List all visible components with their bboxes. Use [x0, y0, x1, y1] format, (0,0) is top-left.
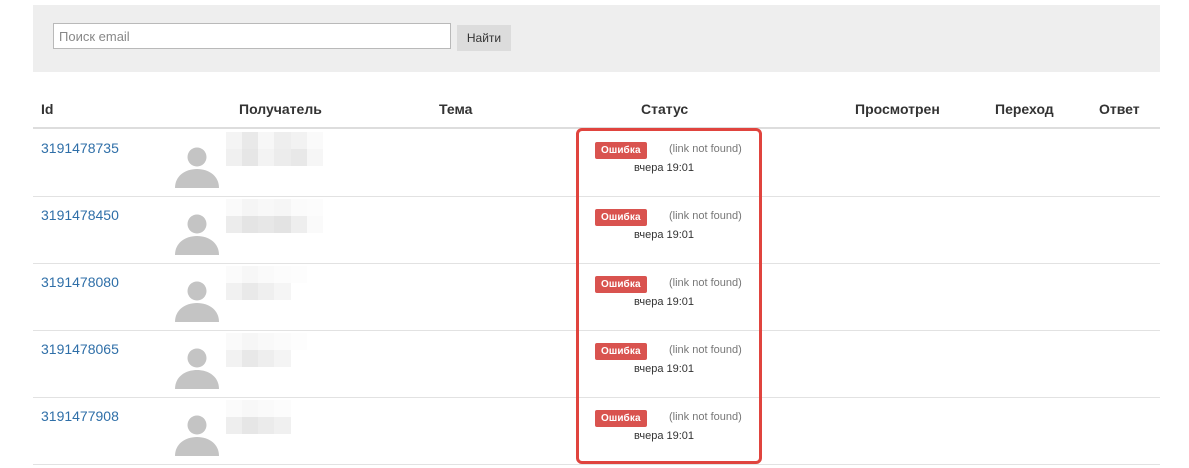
status-cell: Ошибка (link not found) вчера 19:01 — [595, 341, 742, 381]
column-header-recipient[interactable]: Получатель — [239, 100, 322, 118]
user-silhouette-icon — [175, 281, 219, 322]
user-silhouette-icon — [175, 348, 219, 389]
error-note: (link not found) — [669, 210, 742, 222]
table-row: 3191478065 Ошибка (link not found) вчера… — [33, 331, 1160, 398]
status-cell: Ошибка (link not found) вчера 19:01 — [595, 408, 742, 448]
message-id-link[interactable]: 3191478450 — [41, 207, 119, 223]
recipient-redacted — [226, 199, 323, 233]
user-silhouette-icon — [175, 147, 219, 188]
error-note: (link not found) — [669, 277, 742, 289]
header-divider — [33, 127, 1160, 129]
table-row: 3191477908 Ошибка (link not found) вчера… — [33, 398, 1160, 465]
status-time: вчера 19:01 — [634, 363, 695, 375]
message-id-link[interactable]: 3191478080 — [41, 274, 119, 290]
column-header-id[interactable]: Id — [41, 100, 53, 118]
status-time: вчера 19:01 — [634, 430, 695, 442]
recipient-redacted — [226, 333, 323, 367]
column-header-reply[interactable]: Ответ — [1099, 100, 1140, 118]
search-panel: Найти — [33, 5, 1160, 72]
column-header-status[interactable]: Статус — [641, 100, 688, 118]
error-badge: Ошибка — [595, 343, 647, 360]
error-badge: Ошибка — [595, 142, 647, 159]
column-header-click[interactable]: Переход — [995, 100, 1054, 118]
error-badge: Ошибка — [595, 410, 647, 427]
status-time: вчера 19:01 — [634, 229, 695, 241]
search-button[interactable]: Найти — [457, 25, 511, 51]
message-id-link[interactable]: 3191478065 — [41, 341, 119, 357]
table-row: 3191478735 Ошибка (link not found) вчера… — [33, 130, 1160, 197]
column-header-viewed[interactable]: Просмотрен — [855, 100, 940, 118]
error-badge: Ошибка — [595, 209, 647, 226]
error-badge: Ошибка — [595, 276, 647, 293]
search-input[interactable] — [53, 23, 451, 49]
user-silhouette-icon — [175, 415, 219, 456]
status-cell: Ошибка (link not found) вчера 19:01 — [595, 140, 742, 180]
recipient-redacted — [226, 400, 323, 434]
table-row: 3191478080 Ошибка (link not found) вчера… — [33, 264, 1160, 331]
row-divider — [33, 464, 1160, 465]
error-note: (link not found) — [669, 143, 742, 155]
recipient-redacted — [226, 266, 323, 300]
status-cell: Ошибка (link not found) вчера 19:01 — [595, 274, 742, 314]
column-header-subject[interactable]: Тема — [439, 100, 472, 118]
error-note: (link not found) — [669, 411, 742, 423]
table-row: 3191478450 Ошибка (link not found) вчера… — [33, 197, 1160, 264]
status-cell: Ошибка (link not found) вчера 19:01 — [595, 207, 742, 247]
message-id-link[interactable]: 3191478735 — [41, 140, 119, 156]
recipient-redacted — [226, 132, 323, 166]
status-time: вчера 19:01 — [634, 296, 695, 308]
status-time: вчера 19:01 — [634, 162, 695, 174]
user-silhouette-icon — [175, 214, 219, 255]
error-note: (link not found) — [669, 344, 742, 356]
message-id-link[interactable]: 3191477908 — [41, 408, 119, 424]
